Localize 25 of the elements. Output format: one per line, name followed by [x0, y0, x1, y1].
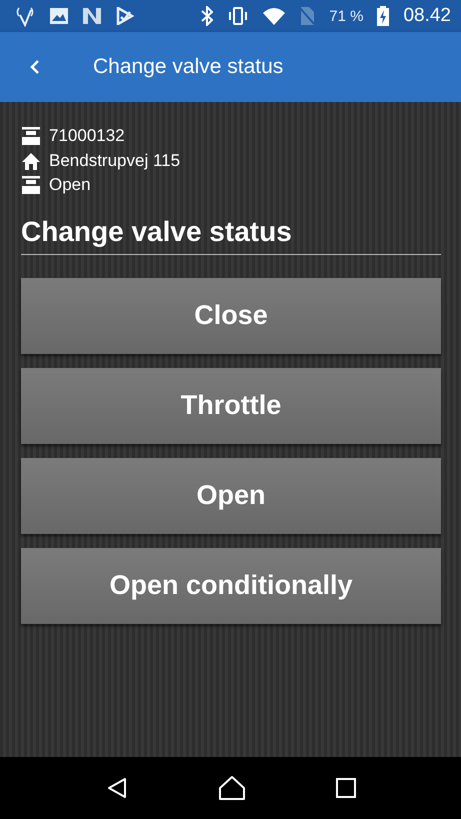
antenna-icon — [14, 5, 36, 27]
image-icon — [50, 8, 68, 24]
status-button[interactable]: Open — [21, 458, 441, 534]
section-heading: Change valve status — [21, 216, 441, 254]
info-text: Bendstrupvej 115 — [49, 150, 180, 171]
recents-nav-button[interactable] — [334, 777, 356, 799]
valve-icon — [21, 175, 41, 196]
bluetooth-icon — [201, 6, 214, 26]
house-icon — [21, 150, 41, 171]
home-nav-button[interactable] — [218, 775, 246, 801]
vibrate-icon — [227, 7, 250, 25]
battery-charging-icon — [377, 6, 390, 26]
info-text: 71000132 — [49, 126, 125, 146]
wifi-icon — [263, 7, 286, 25]
no-sim-icon — [299, 6, 316, 26]
valve-icon — [21, 126, 41, 146]
info-text: Open — [49, 175, 91, 196]
status-button[interactable]: Throttle — [21, 368, 441, 444]
status-button[interactable]: Open conditionally — [21, 548, 441, 624]
status-button[interactable]: Close — [21, 278, 441, 354]
n-logo-icon — [82, 7, 102, 25]
clock: 08.42 — [403, 5, 451, 27]
battery-percent: 71 % — [329, 8, 364, 24]
back-icon — [29, 59, 41, 75]
screen-title: Change valve status — [93, 55, 284, 79]
